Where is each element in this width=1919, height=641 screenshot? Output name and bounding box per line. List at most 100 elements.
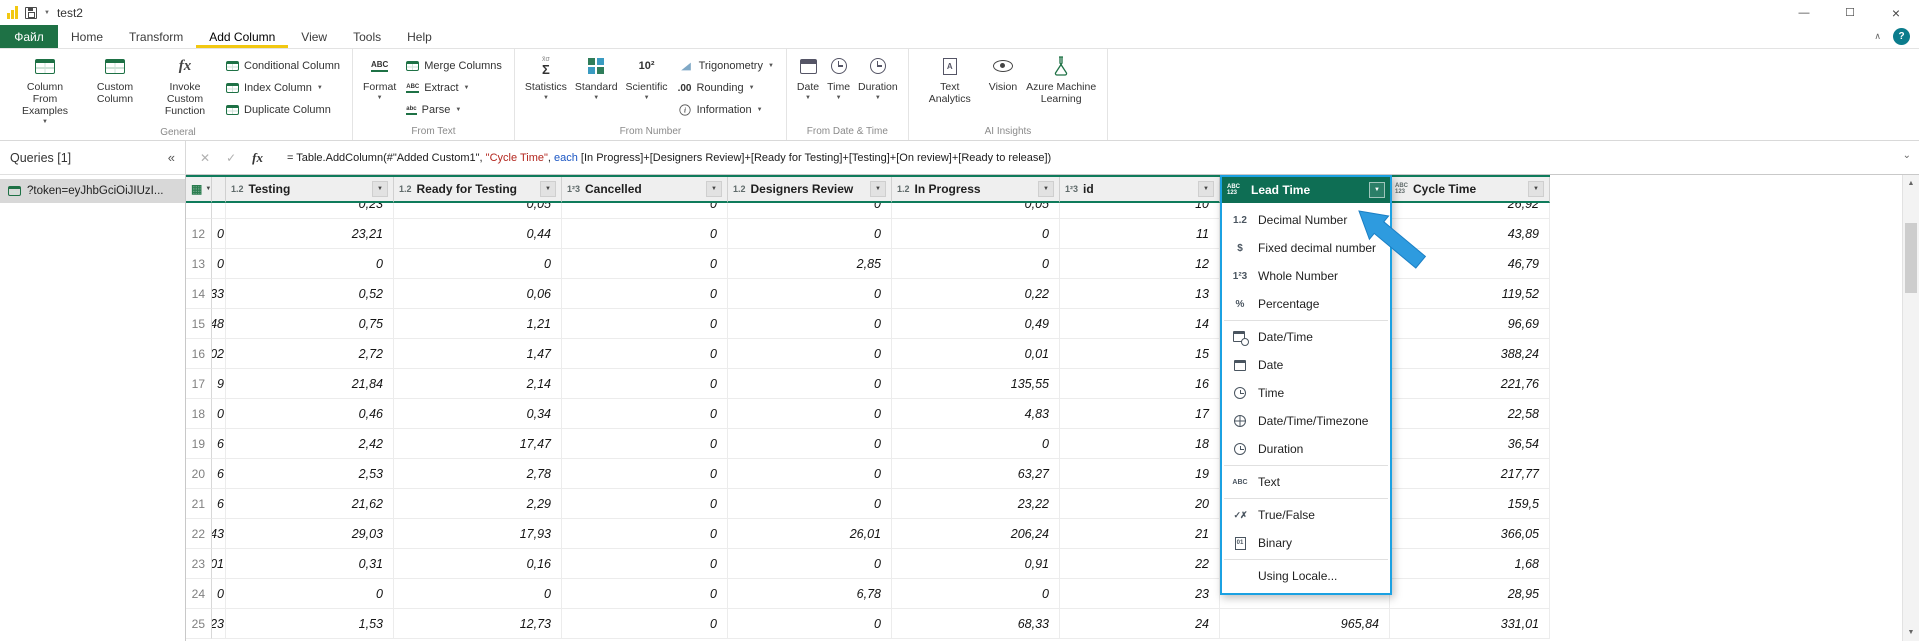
cell[interactable]: 0 xyxy=(562,429,728,459)
save-icon[interactable] xyxy=(25,7,37,19)
cell[interactable]: 119,52 xyxy=(1390,279,1550,309)
filter-button[interactable]: ▼ xyxy=(1198,181,1214,197)
text-analytics-button[interactable]: A Text Analytics xyxy=(915,51,985,124)
cell[interactable]: 29,03 xyxy=(226,519,394,549)
cell[interactable]: 12 xyxy=(1060,249,1220,279)
filter-button[interactable]: ▼ xyxy=(870,181,886,197)
menu-item-time[interactable]: Time xyxy=(1222,379,1390,407)
tab-home[interactable]: Home xyxy=(58,25,116,48)
cell[interactable]: 15 xyxy=(1060,339,1220,369)
cell[interactable]: 388,24 xyxy=(1390,339,1550,369)
column-header-in-progress[interactable]: 1.2In Progress▼ xyxy=(892,177,1060,203)
scrollbar-thumb[interactable] xyxy=(1905,223,1917,293)
formula-bar[interactable]: ✕ ✓ fx = Table.AddColumn(#"Added Custom1… xyxy=(186,141,1919,175)
cell[interactable]: 0,49 xyxy=(892,309,1060,339)
cell[interactable]: 1,53 xyxy=(226,609,394,639)
formula-input[interactable]: = Table.AddColumn(#"Added Custom1", "Cyc… xyxy=(277,151,1051,164)
cell[interactable]: 0 xyxy=(562,519,728,549)
parse-button[interactable]: abc Parse ▼ xyxy=(400,100,508,120)
cell[interactable]: 48 xyxy=(212,309,226,339)
menu-item-date-time-timezone[interactable]: Date/Time/Timezone xyxy=(1222,407,1390,435)
custom-column-button[interactable]: Custom Column xyxy=(80,51,150,125)
cell[interactable]: 0 xyxy=(212,219,226,249)
cell[interactable]: 68,33 xyxy=(892,609,1060,639)
cell[interactable]: 0 xyxy=(562,489,728,519)
query-list-item[interactable]: ?token=eyJhbGciOiJIUzI... xyxy=(0,179,185,203)
cell[interactable]: 0 xyxy=(892,579,1060,609)
cell[interactable]: 0,01 xyxy=(892,339,1060,369)
cell[interactable]: 0 xyxy=(562,279,728,309)
tab-help[interactable]: Help xyxy=(394,25,445,48)
cell[interactable]: 0 xyxy=(562,399,728,429)
cell[interactable]: 0 xyxy=(728,429,892,459)
cell[interactable]: 0 xyxy=(562,549,728,579)
cell[interactable]: 0,44 xyxy=(394,219,562,249)
menu-item-duration[interactable]: Duration xyxy=(1222,435,1390,463)
column-header-ready-for-testing[interactable]: 1.2Ready for Testing▼ xyxy=(394,177,562,203)
cell[interactable]: 6 xyxy=(212,489,226,519)
cell[interactable]: 26,01 xyxy=(728,519,892,549)
filter-button[interactable]: ▼ xyxy=(706,181,722,197)
cell[interactable]: 0 xyxy=(728,309,892,339)
statistics-button[interactable]: x̄σΣ Statistics ▼ xyxy=(521,51,571,124)
cell[interactable]: 02 xyxy=(212,339,226,369)
index-column-button[interactable]: Index Column ▼ xyxy=(220,78,346,98)
cell[interactable]: 36,54 xyxy=(1390,429,1550,459)
cell[interactable]: 0 xyxy=(562,579,728,609)
standard-button[interactable]: Standard ▼ xyxy=(571,51,622,124)
cell[interactable]: 20 xyxy=(1060,489,1220,519)
invoke-custom-function-button[interactable]: fx Invoke Custom Function xyxy=(150,51,220,125)
cell[interactable]: 43 xyxy=(212,519,226,549)
cell[interactable]: 21,84 xyxy=(226,369,394,399)
trigonometry-button[interactable]: Trigonometry ▼ xyxy=(672,56,780,76)
scroll-up-icon[interactable]: ▲ xyxy=(1903,175,1919,192)
cell[interactable]: 21 xyxy=(1060,519,1220,549)
cell[interactable]: 0 xyxy=(562,369,728,399)
menu-item-text[interactable]: ABCText xyxy=(1222,468,1390,496)
cell[interactable]: 22,58 xyxy=(1390,399,1550,429)
cell[interactable]: 10 xyxy=(1060,203,1220,219)
cell[interactable]: 2,14 xyxy=(394,369,562,399)
cell[interactable]: 23 xyxy=(212,609,226,639)
tab-view[interactable]: View xyxy=(288,25,340,48)
cell[interactable]: 159,5 xyxy=(1390,489,1550,519)
scientific-button[interactable]: 10² Scientific ▼ xyxy=(622,51,672,124)
filter-button[interactable]: ▼ xyxy=(1038,181,1054,197)
cancel-formula-icon[interactable]: ✕ xyxy=(200,151,210,165)
date-button[interactable]: Date ▼ xyxy=(793,51,823,124)
cell[interactable]: 21,62 xyxy=(226,489,394,519)
cell[interactable]: 6,78 xyxy=(728,579,892,609)
cell[interactable]: 0 xyxy=(728,399,892,429)
column-header-testing[interactable]: 1.2Testing▼ xyxy=(226,177,394,203)
cell[interactable]: 0 xyxy=(562,203,728,219)
cell[interactable]: 11 xyxy=(1060,219,1220,249)
column-header-id[interactable]: 1²3id▼ xyxy=(1060,177,1220,203)
cell[interactable]: 6 xyxy=(212,429,226,459)
information-button[interactable]: i Information ▼ xyxy=(672,100,780,120)
cell[interactable]: 0 xyxy=(728,339,892,369)
quick-access-chevron-down-icon[interactable]: ▼ xyxy=(44,10,50,16)
cell[interactable]: 0,16 xyxy=(394,549,562,579)
cell[interactable]: 0,75 xyxy=(226,309,394,339)
merge-columns-button[interactable]: Merge Columns xyxy=(400,56,508,76)
extract-button[interactable]: ABC Extract ▼ xyxy=(400,78,508,98)
cell[interactable]: 23,22 xyxy=(892,489,1060,519)
cell[interactable]: 0 xyxy=(728,459,892,489)
cell[interactable] xyxy=(212,203,226,219)
commit-formula-icon[interactable]: ✓ xyxy=(226,151,236,165)
cell[interactable]: 0 xyxy=(728,203,892,219)
filter-button[interactable]: ▼ xyxy=(1528,181,1544,197)
tab-file[interactable]: Файл xyxy=(0,25,58,48)
cell[interactable]: 0 xyxy=(226,579,394,609)
cell[interactable]: 0 xyxy=(562,339,728,369)
cell[interactable]: 96,69 xyxy=(1390,309,1550,339)
cell[interactable]: 9 xyxy=(212,369,226,399)
cell[interactable]: 17,93 xyxy=(394,519,562,549)
cell[interactable]: 0 xyxy=(728,369,892,399)
cell[interactable]: 0 xyxy=(562,609,728,639)
column-header-lead-time[interactable]: ABC123 Lead Time ▼ xyxy=(1222,177,1390,203)
scroll-down-icon[interactable]: ▼ xyxy=(1903,624,1919,641)
duplicate-column-button[interactable]: Duplicate Column xyxy=(220,100,346,120)
cell[interactable]: 2,72 xyxy=(226,339,394,369)
azure-ml-button[interactable]: Azure Machine Learning xyxy=(1021,51,1101,124)
